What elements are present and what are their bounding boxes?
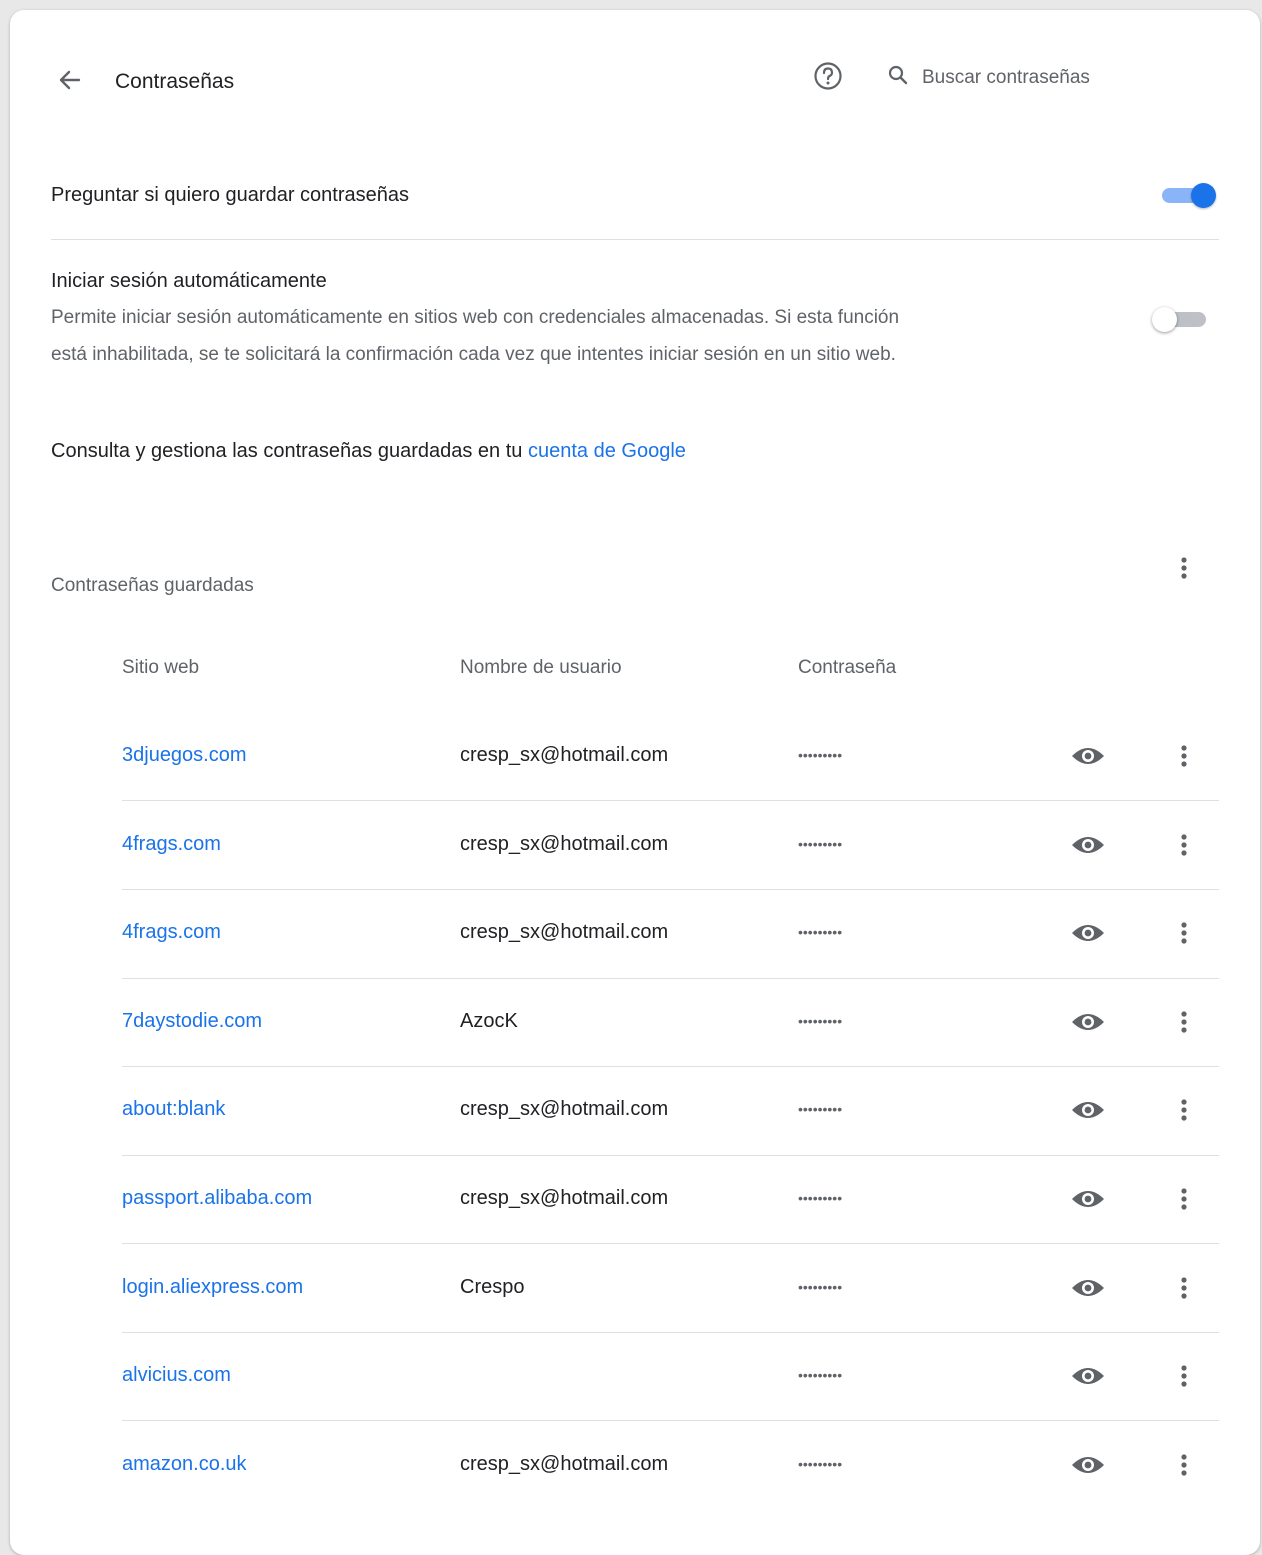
auto-signin-toggle[interactable] xyxy=(1152,304,1210,334)
row-divider xyxy=(122,1155,1219,1156)
row-divider xyxy=(122,1243,1219,1244)
google-account-line: Consulta y gestiona las contraseñas guar… xyxy=(51,440,686,463)
offer-save-label: Preguntar si quiero guardar contraseñas xyxy=(51,184,409,206)
username-cell: cresp_sx@hotmail.com xyxy=(460,1452,669,1475)
site-link[interactable]: 3djuegos.com xyxy=(122,744,247,767)
username-cell: cresp_sx@hotmail.com xyxy=(460,1187,669,1209)
more-vert-icon[interactable] xyxy=(1169,1356,1199,1396)
saved-passwords-heading: Contraseñas guardadas xyxy=(51,575,254,596)
more-vert-icon[interactable] xyxy=(1169,825,1199,865)
offer-save-toggle[interactable] xyxy=(1160,180,1218,210)
row-divider xyxy=(122,1066,1219,1067)
eye-icon[interactable] xyxy=(1068,825,1108,865)
back-arrow-icon[interactable] xyxy=(50,60,90,100)
column-header-site: Sitio web xyxy=(122,657,200,678)
more-vert-icon[interactable] xyxy=(1169,548,1199,588)
site-link[interactable]: 4frags.com xyxy=(122,921,221,944)
eye-icon[interactable] xyxy=(1068,1002,1108,1042)
site-link[interactable]: login.aliexpress.com xyxy=(122,1276,303,1299)
eye-icon[interactable] xyxy=(1068,1356,1108,1396)
divider xyxy=(51,239,1219,240)
more-vert-icon[interactable] xyxy=(1169,1090,1199,1130)
site-link[interactable]: 4frags.com xyxy=(122,833,221,856)
auto-signin-label: Iniciar sesión automáticamente xyxy=(51,270,327,292)
username-cell: AzocK xyxy=(460,1009,518,1032)
password-cell: ••••••••• xyxy=(798,1455,843,1472)
username-cell: cresp_sx@hotmail.com xyxy=(460,744,669,766)
auto-signin-desc-line-2: está inhabilitada, se te solicitará la c… xyxy=(51,344,896,365)
auto-signin-description: Permite iniciar sesión automáticamente e… xyxy=(51,299,1131,373)
password-cell: ••••••••• xyxy=(798,835,843,852)
page-title: Contraseñas xyxy=(115,70,235,93)
more-vert-icon[interactable] xyxy=(1169,1002,1199,1042)
row-divider xyxy=(122,889,1219,890)
more-vert-icon[interactable] xyxy=(1169,736,1199,776)
username-cell: cresp_sx@hotmail.com xyxy=(460,832,669,855)
eye-icon[interactable] xyxy=(1068,1268,1108,1308)
username-cell: cresp_sx@hotmail.com xyxy=(460,921,669,944)
eye-icon[interactable] xyxy=(1068,1445,1108,1485)
password-cell: ••••••••• xyxy=(798,1101,843,1118)
password-cell: ••••••••• xyxy=(798,1190,843,1206)
more-vert-icon[interactable] xyxy=(1169,1445,1199,1485)
eye-icon[interactable] xyxy=(1068,913,1108,953)
site-link[interactable]: passport.alibaba.com xyxy=(122,1187,312,1210)
auto-signin-desc-line-1: Permite iniciar sesión automáticamente e… xyxy=(51,307,900,328)
more-vert-icon[interactable] xyxy=(1169,1179,1199,1219)
row-divider xyxy=(122,1332,1219,1333)
password-cell: ••••••••• xyxy=(798,1278,843,1295)
row-divider xyxy=(122,978,1219,979)
site-link[interactable]: 7daystodie.com xyxy=(122,1010,262,1033)
help-icon[interactable] xyxy=(810,58,846,94)
search-icon xyxy=(885,62,911,88)
column-header-password: Contraseña xyxy=(798,657,897,678)
eye-icon[interactable] xyxy=(1068,1090,1108,1130)
more-vert-icon[interactable] xyxy=(1169,913,1199,953)
google-account-text: Consulta y gestiona las contraseñas guar… xyxy=(51,440,528,462)
password-cell: ••••••••• xyxy=(798,1367,843,1384)
toggle-knob xyxy=(1152,307,1177,332)
site-link[interactable]: about:blank xyxy=(122,1098,225,1121)
site-link[interactable]: alvicius.com xyxy=(122,1364,231,1387)
password-cell: ••••••••• xyxy=(798,747,843,763)
username-cell: cresp_sx@hotmail.com xyxy=(460,1098,669,1121)
password-cell: ••••••••• xyxy=(798,924,843,941)
site-link[interactable]: amazon.co.uk xyxy=(122,1453,247,1476)
username-cell: Crespo xyxy=(460,1275,525,1298)
toggle-knob xyxy=(1191,183,1216,208)
row-divider xyxy=(122,1420,1219,1421)
eye-icon[interactable] xyxy=(1068,736,1108,776)
eye-icon[interactable] xyxy=(1068,1179,1108,1219)
column-header-username: Nombre de usuario xyxy=(460,657,622,678)
password-cell: ••••••••• xyxy=(798,1012,843,1029)
row-divider xyxy=(122,800,1219,801)
more-vert-icon[interactable] xyxy=(1169,1268,1199,1308)
google-account-link[interactable]: cuenta de Google xyxy=(528,440,686,462)
passwords-page: Contraseñas Preguntar si quiero guardar … xyxy=(10,10,1260,1555)
search-passwords-input[interactable] xyxy=(922,64,1222,92)
